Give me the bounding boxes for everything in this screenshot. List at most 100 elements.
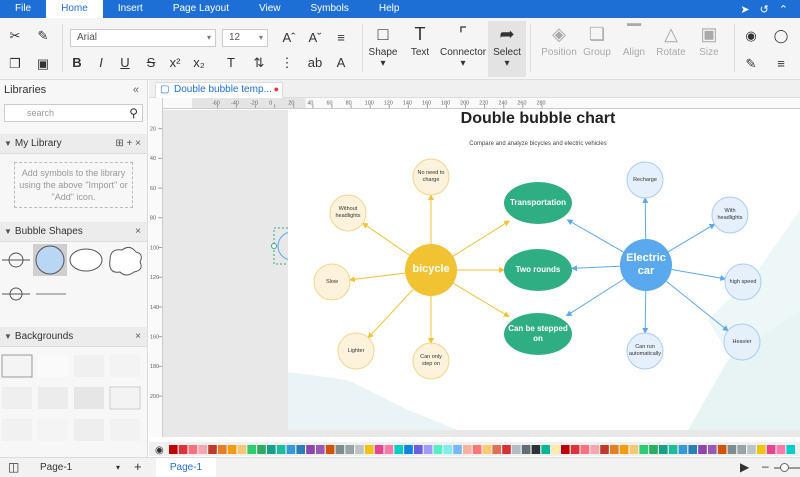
fill-color-icon[interactable]: ◉: [742, 28, 760, 44]
collapse-icon[interactable]: ⌃: [779, 3, 788, 16]
share-icon[interactable]: ↺: [760, 3, 769, 16]
color-swatch[interactable]: [757, 445, 766, 454]
connector-arrow[interactable]: [668, 223, 716, 253]
color-swatch[interactable]: [443, 445, 452, 454]
color-swatch[interactable]: [708, 445, 717, 454]
background-thumb-7[interactable]: [74, 387, 104, 409]
color-swatch[interactable]: [698, 445, 707, 454]
connector-arrow[interactable]: [362, 222, 410, 256]
text-case-icon[interactable]: T: [222, 55, 240, 71]
bicycle-attribute-label[interactable]: Slow: [316, 275, 348, 288]
bicycle-attribute-label[interactable]: Lighter: [340, 344, 372, 357]
car-attribute-label[interactable]: Heavier: [725, 335, 759, 348]
line-style-icon[interactable]: ≡: [772, 56, 790, 72]
color-swatch[interactable]: [247, 445, 256, 454]
color-swatch[interactable]: [492, 445, 501, 454]
connector-arrow[interactable]: [367, 288, 414, 339]
color-swatch[interactable]: [629, 445, 639, 454]
page-tab-active[interactable]: Page-1: [156, 458, 216, 477]
color-swatch[interactable]: [688, 445, 697, 454]
bicycle-attribute-label[interactable]: Without headlights: [332, 206, 364, 219]
send-icon[interactable]: ➤: [740, 3, 749, 16]
background-thumb-3[interactable]: [74, 355, 104, 377]
page-panel-icon[interactable]: ◫: [8, 460, 19, 474]
italic-icon[interactable]: I: [92, 55, 110, 71]
color-swatch[interactable]: [345, 445, 354, 454]
connector-arrow[interactable]: [665, 280, 729, 332]
color-swatch[interactable]: [355, 445, 364, 454]
color-swatch[interactable]: [659, 445, 668, 454]
connector-arrow[interactable]: [566, 219, 624, 253]
color-swatch[interactable]: [727, 445, 737, 454]
color-swatch[interactable]: [286, 445, 296, 454]
color-swatch[interactable]: [786, 445, 795, 454]
text-style-icon[interactable]: ab: [306, 55, 324, 71]
color-swatch[interactable]: [227, 445, 237, 454]
color-swatch[interactable]: [218, 445, 227, 454]
connector-arrow[interactable]: [671, 268, 727, 281]
increase-font-icon[interactable]: Aˆ: [280, 30, 298, 46]
diagram-subtitle[interactable]: Compare and analyze bicycles and electri…: [288, 141, 788, 147]
shared-attribute-label[interactable]: Transportation: [505, 193, 571, 212]
background-thumb-2[interactable]: [38, 355, 68, 377]
color-swatch[interactable]: [306, 445, 315, 454]
bubble-shape-5[interactable]: [2, 287, 30, 301]
color-swatch[interactable]: [561, 445, 570, 454]
menu-view[interactable]: View: [244, 0, 296, 18]
decrease-font-icon[interactable]: Aˇ: [306, 30, 324, 46]
shared-attribute-label[interactable]: Two rounds: [505, 260, 571, 279]
document-tab[interactable]: ▢ Double bubble temp... ●: [155, 82, 283, 98]
background-thumb-4[interactable]: [110, 355, 140, 377]
color-swatch[interactable]: [580, 445, 590, 454]
zoom-out-icon[interactable]: –: [762, 459, 769, 473]
my-library-header[interactable]: ▼ My Library ⊞ + ×: [0, 134, 147, 154]
drawing-page[interactable]: Double bubble chart Compare and analyze …: [288, 110, 800, 430]
background-thumb-1[interactable]: [1, 354, 33, 378]
car-attribute-label[interactable]: high speed: [726, 275, 760, 288]
bubble-shape-2[interactable]: [35, 245, 65, 275]
color-swatch[interactable]: [178, 445, 188, 454]
color-swatch[interactable]: [649, 445, 658, 454]
line-spacing-icon[interactable]: ⇅: [250, 55, 268, 71]
menu-help[interactable]: Help: [364, 0, 415, 18]
size-button[interactable]: ▣ Size: [686, 21, 732, 77]
zoom-slider-handle[interactable]: [780, 463, 789, 472]
library-search-input[interactable]: search ⚲: [4, 104, 143, 122]
text-button[interactable]: T Text: [397, 21, 443, 77]
bubble-shapes-header[interactable]: ▼ Bubble Shapes ×: [0, 222, 147, 242]
page-selector[interactable]: Page-1 ▾: [34, 461, 122, 475]
color-swatch[interactable]: [208, 445, 217, 454]
background-thumb-6[interactable]: [38, 387, 68, 409]
color-swatch[interactable]: [482, 445, 492, 454]
color-swatch[interactable]: [365, 445, 374, 454]
color-swatch[interactable]: [325, 445, 335, 454]
car-attribute-label[interactable]: With headlights: [713, 208, 747, 221]
strikethrough-icon[interactable]: S: [142, 55, 160, 71]
color-swatch[interactable]: [316, 445, 325, 454]
add-page-icon[interactable]: +: [134, 459, 142, 474]
connector-arrow[interactable]: [348, 272, 406, 283]
line-color-icon[interactable]: ✎: [742, 56, 760, 72]
color-swatch[interactable]: [776, 445, 786, 454]
color-swatch[interactable]: [414, 445, 423, 454]
color-swatch[interactable]: [433, 445, 443, 454]
superscript-icon[interactable]: x²: [166, 55, 184, 71]
menu-insert[interactable]: Insert: [103, 0, 158, 18]
background-thumb-12[interactable]: [110, 419, 140, 441]
diagram-title[interactable]: Double bubble chart: [288, 110, 788, 128]
background-thumb-11[interactable]: [74, 419, 104, 441]
background-thumb-9[interactable]: [2, 419, 32, 441]
color-swatch[interactable]: [237, 445, 247, 454]
color-swatch[interactable]: [374, 445, 384, 454]
color-swatch[interactable]: [404, 445, 413, 454]
color-swatch[interactable]: [747, 445, 756, 454]
bullet-list-icon[interactable]: ⋮: [278, 55, 296, 71]
color-swatch[interactable]: [766, 445, 776, 454]
color-swatch[interactable]: [521, 445, 531, 454]
color-swatch[interactable]: [717, 445, 727, 454]
bubble-shape-1[interactable]: [2, 252, 30, 268]
color-swatch[interactable]: [188, 445, 198, 454]
background-thumb-8[interactable]: [109, 386, 141, 410]
color-swatch[interactable]: [257, 445, 266, 454]
connector-arrow[interactable]: [452, 220, 511, 257]
